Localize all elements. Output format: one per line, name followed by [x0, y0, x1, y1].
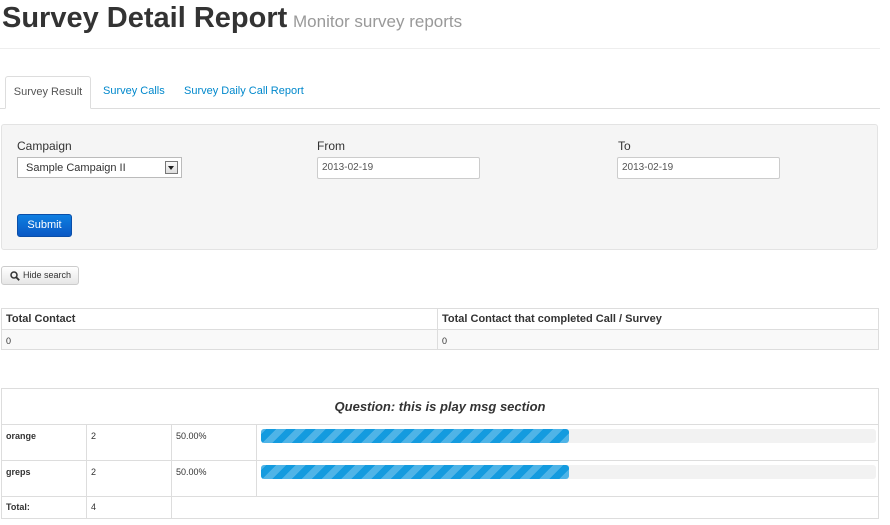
to-label: To — [618, 139, 631, 153]
campaign-select-value: Sample Campaign II — [26, 162, 126, 174]
total-row-filler — [172, 497, 878, 518]
page-subtitle: Monitor survey reports — [293, 12, 463, 31]
campaign-label: Campaign — [17, 139, 72, 153]
totals-table: Total Contact Total Contact that complet… — [1, 308, 879, 350]
to-date-input[interactable]: 2013-02-19 — [617, 157, 780, 179]
answer-percent: 50.00% — [172, 461, 257, 496]
search-icon — [10, 271, 20, 281]
page-header: Survey Detail Report Monitor survey repo… — [0, 0, 880, 49]
chevron-down-icon[interactable] — [165, 161, 178, 174]
question-result-table: Question: this is play msg section orang… — [1, 388, 879, 519]
completed-contact-value: 0 — [438, 330, 878, 349]
tab-survey-result[interactable]: Survey Result — [5, 76, 91, 109]
progress-bar — [261, 465, 876, 479]
submit-button[interactable]: Submit — [17, 214, 72, 237]
completed-contact-header: Total Contact that completed Call / Surv… — [438, 309, 878, 330]
tab-survey-calls[interactable]: Survey Calls — [103, 76, 165, 108]
table-row: greps 2 50.00% — [2, 461, 878, 497]
progress-bar-fill — [261, 465, 569, 479]
from-label: From — [317, 139, 345, 153]
report-tabs: Survey Result Survey Calls Survey Daily … — [0, 76, 880, 109]
question-title: Question: this is play msg section — [2, 389, 878, 425]
table-row: orange 2 50.00% — [2, 425, 878, 461]
answer-percent: 50.00% — [172, 425, 257, 460]
hide-search-button[interactable]: Hide search — [1, 266, 79, 285]
progress-cell — [257, 425, 878, 460]
progress-cell — [257, 461, 878, 496]
total-value: 4 — [87, 497, 172, 518]
hide-search-label: Hide search — [23, 270, 72, 280]
progress-bar — [261, 429, 876, 443]
answer-label: greps — [2, 461, 87, 496]
page-title: Survey Detail Report — [2, 2, 288, 34]
answer-count: 2 — [87, 461, 172, 496]
search-panel: Campaign Sample Campaign II From 2013-02… — [1, 124, 878, 250]
progress-bar-fill — [261, 429, 569, 443]
total-contact-header: Total Contact — [2, 309, 438, 330]
tab-survey-daily-call-report[interactable]: Survey Daily Call Report — [184, 76, 304, 108]
from-date-input[interactable]: 2013-02-19 — [317, 157, 480, 179]
answer-count: 2 — [87, 425, 172, 460]
total-label: Total: — [2, 497, 87, 518]
total-contact-value: 0 — [2, 330, 438, 349]
answer-label: orange — [2, 425, 87, 460]
campaign-select[interactable]: Sample Campaign II — [17, 157, 182, 178]
total-row: Total: 4 — [2, 497, 878, 518]
